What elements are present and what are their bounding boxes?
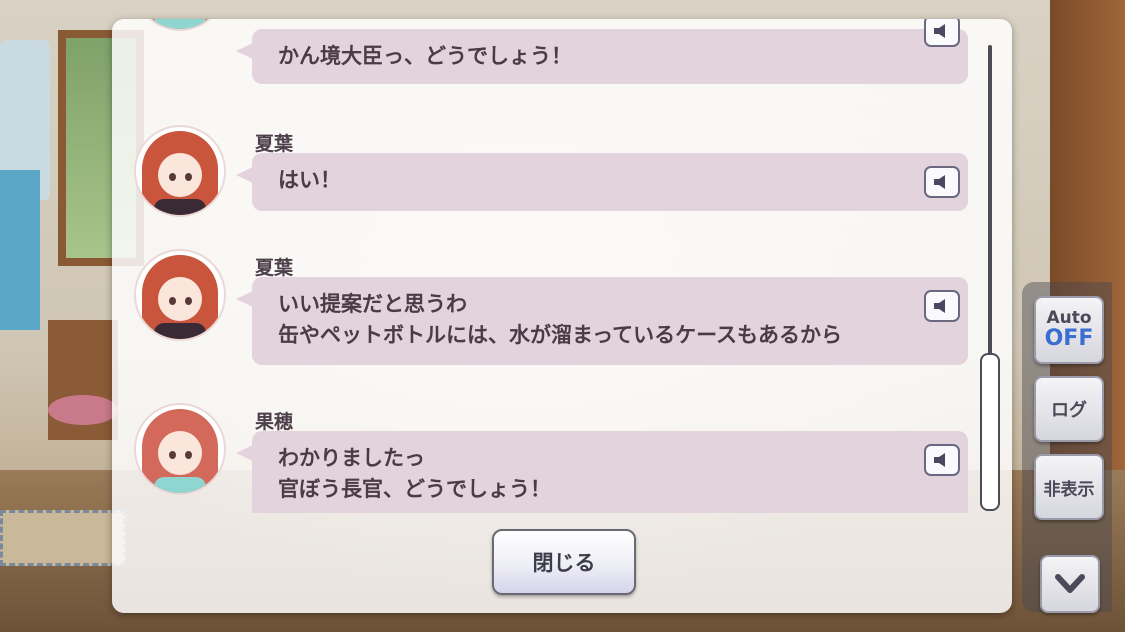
voice-replay-button[interactable]: [924, 290, 960, 322]
dialogue-line: かん境大臣っ、どうでしょう！: [278, 44, 572, 68]
chevron-down-icon: [1055, 574, 1085, 593]
auto-label: Auto: [1046, 308, 1092, 328]
speaker-icon: [934, 453, 945, 467]
advance-button[interactable]: [1040, 555, 1100, 613]
voice-replay-button[interactable]: [924, 444, 960, 476]
character-avatar: [134, 125, 226, 217]
dialogue-bubble: かん境大臣っ、どうでしょう！: [236, 19, 968, 84]
log-scrollbar[interactable]: [980, 45, 1000, 511]
dialogue-bubble: わかりましたっ 官ぼう長官、どうでしょう！: [236, 431, 968, 513]
dialogue-line: わかりましたっ: [278, 446, 425, 470]
character-avatar: [134, 249, 226, 341]
dialogue-bubble: いい提案だと思うわ 缶やペットボトルには、水が溜まっているケースもあるから: [236, 277, 968, 365]
speaker-icon: [934, 24, 945, 38]
pink-stool: [48, 395, 118, 425]
voice-replay-button[interactable]: [924, 166, 960, 198]
rug: [0, 510, 126, 566]
dialogue-line: 官ぼう長官、どうでしょう！: [278, 477, 551, 501]
backlog-list[interactable]: かん境大臣っ、どうでしょう！ 夏葉 はい！ 夏葉 いい提案だと思うわ 缶やペット…: [112, 19, 992, 513]
voice-replay-button[interactable]: [924, 19, 960, 47]
hide-label: 非表示: [1043, 479, 1095, 500]
dialogue-line: 缶やペットボトルには、水が溜まっているケースもあるから: [278, 323, 843, 347]
wall-poster: [0, 170, 40, 330]
backlog-dialog: かん境大臣っ、どうでしょう！ 夏葉 はい！ 夏葉 いい提案だと思うわ 缶やペット…: [112, 19, 1012, 613]
dialogue-line: はい！: [278, 168, 341, 192]
close-button[interactable]: 閉じる: [492, 529, 636, 595]
hide-ui-button[interactable]: 非表示: [1034, 454, 1104, 520]
auto-toggle-button[interactable]: Auto OFF: [1034, 296, 1104, 364]
speaker-icon: [934, 175, 945, 189]
scrollbar-thumb[interactable]: [980, 353, 1000, 511]
log-button[interactable]: ログ: [1034, 376, 1104, 442]
dialogue-line: いい提案だと思うわ: [278, 292, 467, 316]
speaker-name: 果穂: [255, 411, 294, 433]
dialogue-bubble: はい！: [236, 153, 968, 211]
speaker-icon: [934, 299, 945, 313]
log-label: ログ: [1051, 400, 1087, 421]
character-avatar: [134, 403, 226, 495]
speaker-name: 夏葉: [255, 257, 294, 279]
speaker-name: 夏葉: [255, 133, 294, 155]
character-avatar: [134, 19, 226, 31]
auto-state: OFF: [1044, 326, 1094, 351]
